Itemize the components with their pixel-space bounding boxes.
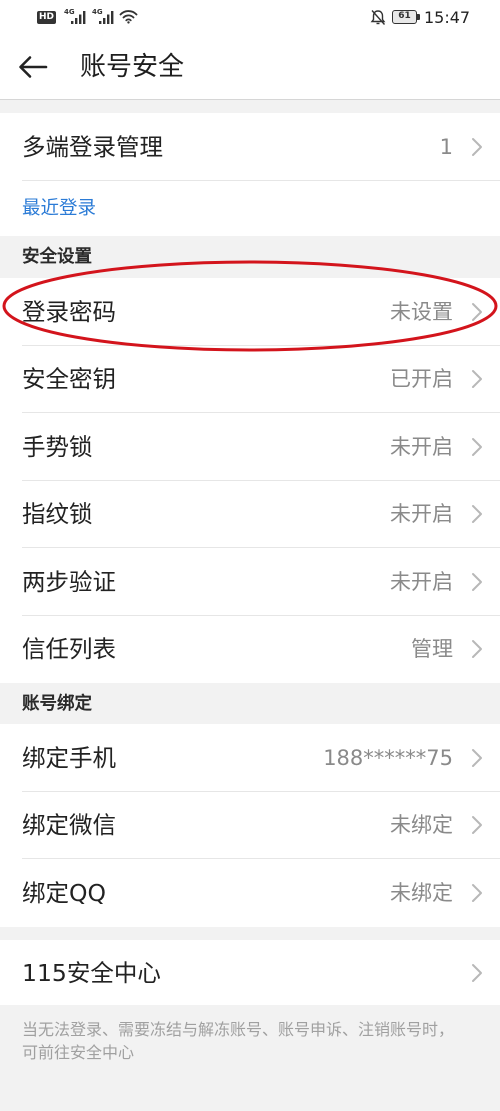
fingerprint-lock-row[interactable]: 指纹锁 未开启: [0, 480, 500, 548]
back-arrow-icon[interactable]: [18, 54, 48, 80]
row-label: 手势锁: [22, 432, 93, 461]
battery-icon: 61: [392, 10, 420, 24]
chevron-right-icon: [472, 138, 482, 156]
multi-device-login-row[interactable]: 多端登录管理 1: [0, 113, 500, 181]
footer-note: 当无法登录、需要冻结与解冻账号、账号申诉、注销账号时，可前往安全中心: [22, 1020, 455, 1062]
chevron-right-icon: [472, 572, 482, 591]
bind-wechat-row[interactable]: 绑定微信 未绑定: [0, 791, 500, 859]
security-key-row[interactable]: 安全密钥 已开启: [0, 345, 500, 413]
page-title: 账号安全: [80, 52, 185, 82]
cellular-signal-icon: 4G: [64, 8, 88, 26]
row-label: 绑定微信: [22, 811, 116, 840]
row-value: 未设置: [390, 299, 453, 324]
two-step-verification-row[interactable]: 两步验证 未开启: [0, 548, 500, 616]
chevron-right-icon: [472, 883, 482, 902]
battery-level: 61: [392, 10, 417, 24]
row-label: 指纹锁: [22, 500, 93, 529]
wifi-icon: [119, 10, 138, 24]
chevron-right-icon: [472, 816, 482, 835]
row-label: 115安全中心: [22, 958, 161, 987]
row-value: 未开启: [390, 569, 453, 594]
row-label: 两步验证: [22, 567, 116, 596]
multi-device-login-count: 1: [439, 135, 453, 159]
recent-login-row: 最近登录: [0, 181, 500, 236]
row-value: 未开启: [390, 502, 453, 527]
chevron-right-icon: [472, 963, 482, 982]
chevron-right-icon: [472, 370, 482, 389]
battery-terminal: [417, 14, 420, 20]
row-value: 管理: [411, 637, 453, 662]
gesture-lock-row[interactable]: 手势锁 未开启: [0, 413, 500, 481]
account-binding-section-header: 账号绑定: [0, 683, 500, 724]
login-password-row[interactable]: 登录密码 未设置: [0, 278, 500, 346]
row-value: 未绑定: [390, 813, 453, 838]
signal-bars-icon: [71, 11, 86, 24]
section-title: 安全设置: [22, 247, 92, 267]
row-label: 安全密钥: [22, 365, 116, 394]
trusted-list-row[interactable]: 信任列表 管理: [0, 615, 500, 683]
cellular-signal-icon: 4G: [92, 8, 116, 26]
chevron-right-icon: [472, 437, 482, 456]
section-title: 账号绑定: [22, 693, 92, 714]
recent-login-link[interactable]: 最近登录: [22, 197, 96, 221]
row-label: 登录密码: [22, 297, 116, 326]
chevron-right-icon: [472, 748, 482, 767]
bind-phone-row[interactable]: 绑定手机 188******75: [0, 724, 500, 792]
hd-voice-badge: HD: [37, 11, 57, 24]
chevron-right-icon: [472, 302, 482, 321]
status-bar: HD 4G 4G 61 15:47: [0, 0, 500, 35]
row-label: 信任列表: [22, 635, 116, 664]
security-center-row[interactable]: 115安全中心: [0, 940, 500, 1005]
row-value: 未绑定: [390, 880, 453, 905]
security-settings-section-header: 安全设置: [0, 236, 500, 278]
chevron-right-icon: [472, 640, 482, 659]
clock: 15:47: [424, 8, 471, 27]
row-label: 绑定QQ: [22, 878, 106, 907]
row-value: 未开启: [390, 434, 453, 459]
signal-bars-icon: [99, 11, 114, 24]
app-header: 账号安全: [0, 35, 500, 100]
row-value: 188******75: [323, 745, 453, 770]
row-label: 绑定手机: [22, 743, 116, 772]
row-value: 已开启: [390, 367, 453, 392]
bell-off-icon: [370, 10, 386, 25]
multi-device-login-label: 多端登录管理: [22, 133, 163, 161]
bind-qq-row[interactable]: 绑定QQ 未绑定: [0, 859, 500, 927]
chevron-right-icon: [472, 505, 482, 524]
